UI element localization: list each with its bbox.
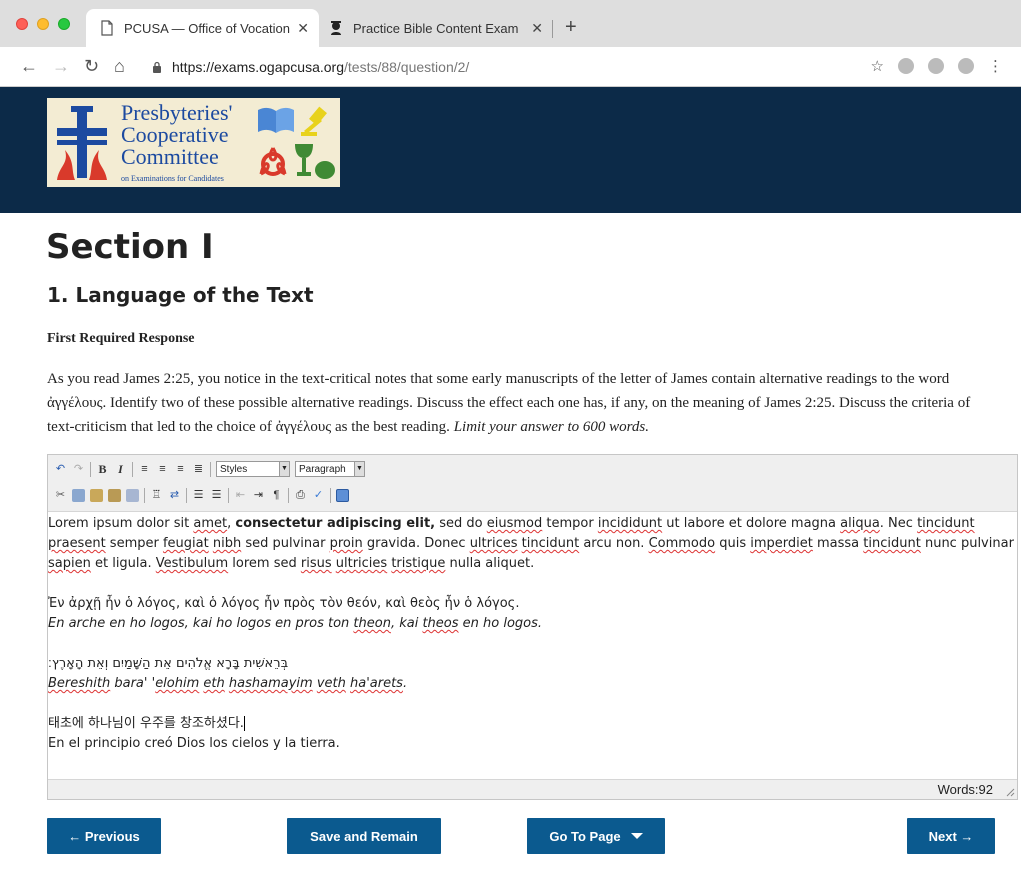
numbered-list-icon[interactable]: ☰ [210, 489, 223, 502]
rich-text-editor: ↶ ↷ B I ≡ ≡ ≡ ≣ Styles ▼ Paragraph ▼ ✂ ♖ ⇄… [47, 454, 1018, 800]
book-icon [258, 107, 294, 133]
toolbar-row-1: ↶ ↷ B I ≡ ≡ ≡ ≣ Styles ▼ Paragraph ▼ [54, 459, 365, 479]
redo-icon[interactable]: ↷ [72, 463, 85, 476]
tab-close-icon[interactable]: ✕ [297, 20, 309, 37]
editor-hebrew-line: בְּרֵאשִׁית בָּרָא אֱלֹהִים אֵת הַשָּׁמַ… [48, 656, 289, 671]
question-prompt: As you read James 2:25, you notice in th… [47, 371, 971, 435]
editor-hebrew-transliteration: Bereshith bara' 'elohim eth hashamayim v… [48, 676, 408, 691]
go-to-page-button[interactable]: Go To Page [527, 818, 665, 854]
format-select[interactable]: Paragraph ▼ [295, 461, 365, 477]
styles-select[interactable]: Styles ▼ [216, 461, 290, 477]
bold-icon[interactable]: B [96, 462, 109, 476]
toolbar-row-2: ✂ ♖ ⇄ ☰ ☰ ⇤ ⇥ ¶ ⎙ ✓ [54, 485, 349, 505]
gavel-icon [301, 106, 327, 136]
browser-tab-practice-exam[interactable]: Practice Bible Content Exam ✕ [323, 9, 553, 47]
find-icon[interactable]: ♖ [150, 489, 163, 502]
next-button[interactable]: Next → [907, 818, 995, 854]
toolbar-separator [144, 487, 145, 503]
url-host: https://exams.ogapcusa.org [172, 59, 344, 75]
spellcheck-icon[interactable]: ✓ [312, 489, 325, 502]
toolbar-separator [186, 487, 187, 503]
align-center-icon[interactable]: ≡ [156, 463, 169, 476]
profile-avatar-icon[interactable] [958, 58, 974, 74]
toolbar-separator [288, 487, 289, 503]
resize-handle-icon[interactable] [1005, 787, 1015, 797]
editor-text-area[interactable]: Lorem ipsum dolor sit amet, consectetur … [48, 512, 1017, 780]
editor-greek-line: Ἐν ἀρχῇ ἦν ὁ λόγος, καὶ ὁ λόγος ἦν πρὸς … [48, 596, 520, 611]
toolbar-separator [210, 461, 211, 477]
caret-down-icon [630, 833, 643, 839]
bookmark-star-icon[interactable]: ☆ [871, 57, 884, 75]
copy-icon[interactable] [72, 488, 85, 502]
tab-close-icon[interactable]: ✕ [531, 20, 543, 37]
toolbar-separator [132, 461, 133, 477]
browser-tab-pcusa[interactable]: PCUSA — Office of Vocation — ✕ [86, 9, 319, 47]
extension-icon[interactable] [898, 58, 914, 74]
editor-greek-transliteration: En arche en ho logos, kai ho logos en pr… [48, 616, 543, 631]
cloud-extension-icon[interactable] [928, 58, 944, 74]
editor-korean-line: 태초에 하나님이 우주를 창조하셨다. [48, 716, 245, 731]
window-minimize-button[interactable] [37, 18, 49, 30]
new-tab-button[interactable]: + [565, 17, 577, 37]
word-limit-note: Limit your answer to 600 words. [453, 419, 649, 435]
tab-title: Practice Bible Content Exam [353, 20, 519, 36]
window-close-button[interactable] [16, 18, 28, 30]
presbyterian-cross-icon [57, 106, 107, 180]
site-header: Presbyteries' Cooperative Committee on E… [0, 87, 1021, 213]
toolbar-separator [228, 487, 229, 503]
editor-statusbar: Words:92 [48, 779, 1017, 799]
italic-icon[interactable]: I [114, 462, 127, 476]
editor-paragraph-latin: Lorem ipsum dolor sit amet, consectetur … [48, 516, 1014, 571]
tab-title: PCUSA — Office of Vocation — [124, 20, 292, 36]
response-label: First Required Response [47, 331, 195, 346]
editor-spanish-line: En el principio creó Dios los cielos y l… [48, 736, 340, 751]
menu-kebab-icon[interactable]: ⋮ [988, 57, 1003, 75]
paste-text-icon[interactable] [108, 488, 121, 502]
align-justify-icon[interactable]: ≣ [192, 463, 205, 476]
align-left-icon[interactable]: ≡ [138, 463, 151, 476]
browser-toolbar: ← → ↻ ⌂ https://exams.ogapcusa.org/tests… [0, 47, 1021, 87]
window-zoom-button[interactable] [58, 18, 70, 30]
back-arrow-icon[interactable]: ← [20, 55, 38, 77]
word-count: Words:92 [937, 782, 993, 797]
paste-icon[interactable] [90, 488, 103, 502]
browser-tab-strip: PCUSA — Office of Vocation — ✕ Practice … [0, 0, 1021, 47]
print-icon[interactable]: ⎙ [294, 489, 307, 502]
text-cursor [243, 716, 245, 731]
align-right-icon[interactable]: ≡ [174, 463, 187, 476]
editor-toolbar: ↶ ↷ B I ≡ ≡ ≡ ≣ Styles ▼ Paragraph ▼ ✂ ♖ ⇄… [48, 455, 1017, 512]
lock-icon [153, 61, 161, 73]
save-and-remain-button[interactable]: Save and Remain [287, 818, 441, 854]
tab-divider [552, 20, 553, 38]
cut-icon[interactable]: ✂ [54, 489, 67, 502]
browser-action-icons: ☆ ⋮ [871, 57, 1003, 75]
outdent-icon[interactable]: ⇤ [234, 489, 247, 502]
url-path: /tests/88/question/2/ [344, 59, 470, 75]
graduate-icon [331, 21, 341, 35]
undo-icon[interactable]: ↶ [54, 463, 67, 476]
previous-button[interactable]: ← Previous [47, 818, 161, 854]
paste-word-icon[interactable] [126, 488, 139, 502]
trinity-knot-icon [259, 147, 287, 176]
section-title: Section I [46, 227, 214, 267]
forward-arrow-icon[interactable]: → [52, 55, 70, 77]
home-icon[interactable]: ⌂ [114, 55, 125, 77]
bullet-list-icon[interactable]: ☰ [192, 489, 205, 502]
toolbar-separator [90, 461, 91, 477]
pilcrow-icon[interactable]: ¶ [270, 489, 283, 502]
replace-icon[interactable]: ⇄ [168, 489, 181, 502]
toolbar-separator [330, 487, 331, 503]
page-icon [101, 20, 113, 36]
logo-tagline: on Examinations for Candidates [121, 174, 224, 183]
indent-icon[interactable]: ⇥ [252, 489, 265, 502]
chalice-icon [295, 144, 335, 179]
pcc-logo[interactable]: Presbyteries' Cooperative Committee on E… [47, 98, 340, 187]
reload-icon[interactable]: ↻ [84, 55, 99, 77]
logo-wordmark: Presbyteries' Cooperative Committee [121, 100, 233, 169]
fullscreen-icon[interactable] [336, 488, 349, 502]
question-title: 1. Language of the Text [47, 283, 314, 307]
